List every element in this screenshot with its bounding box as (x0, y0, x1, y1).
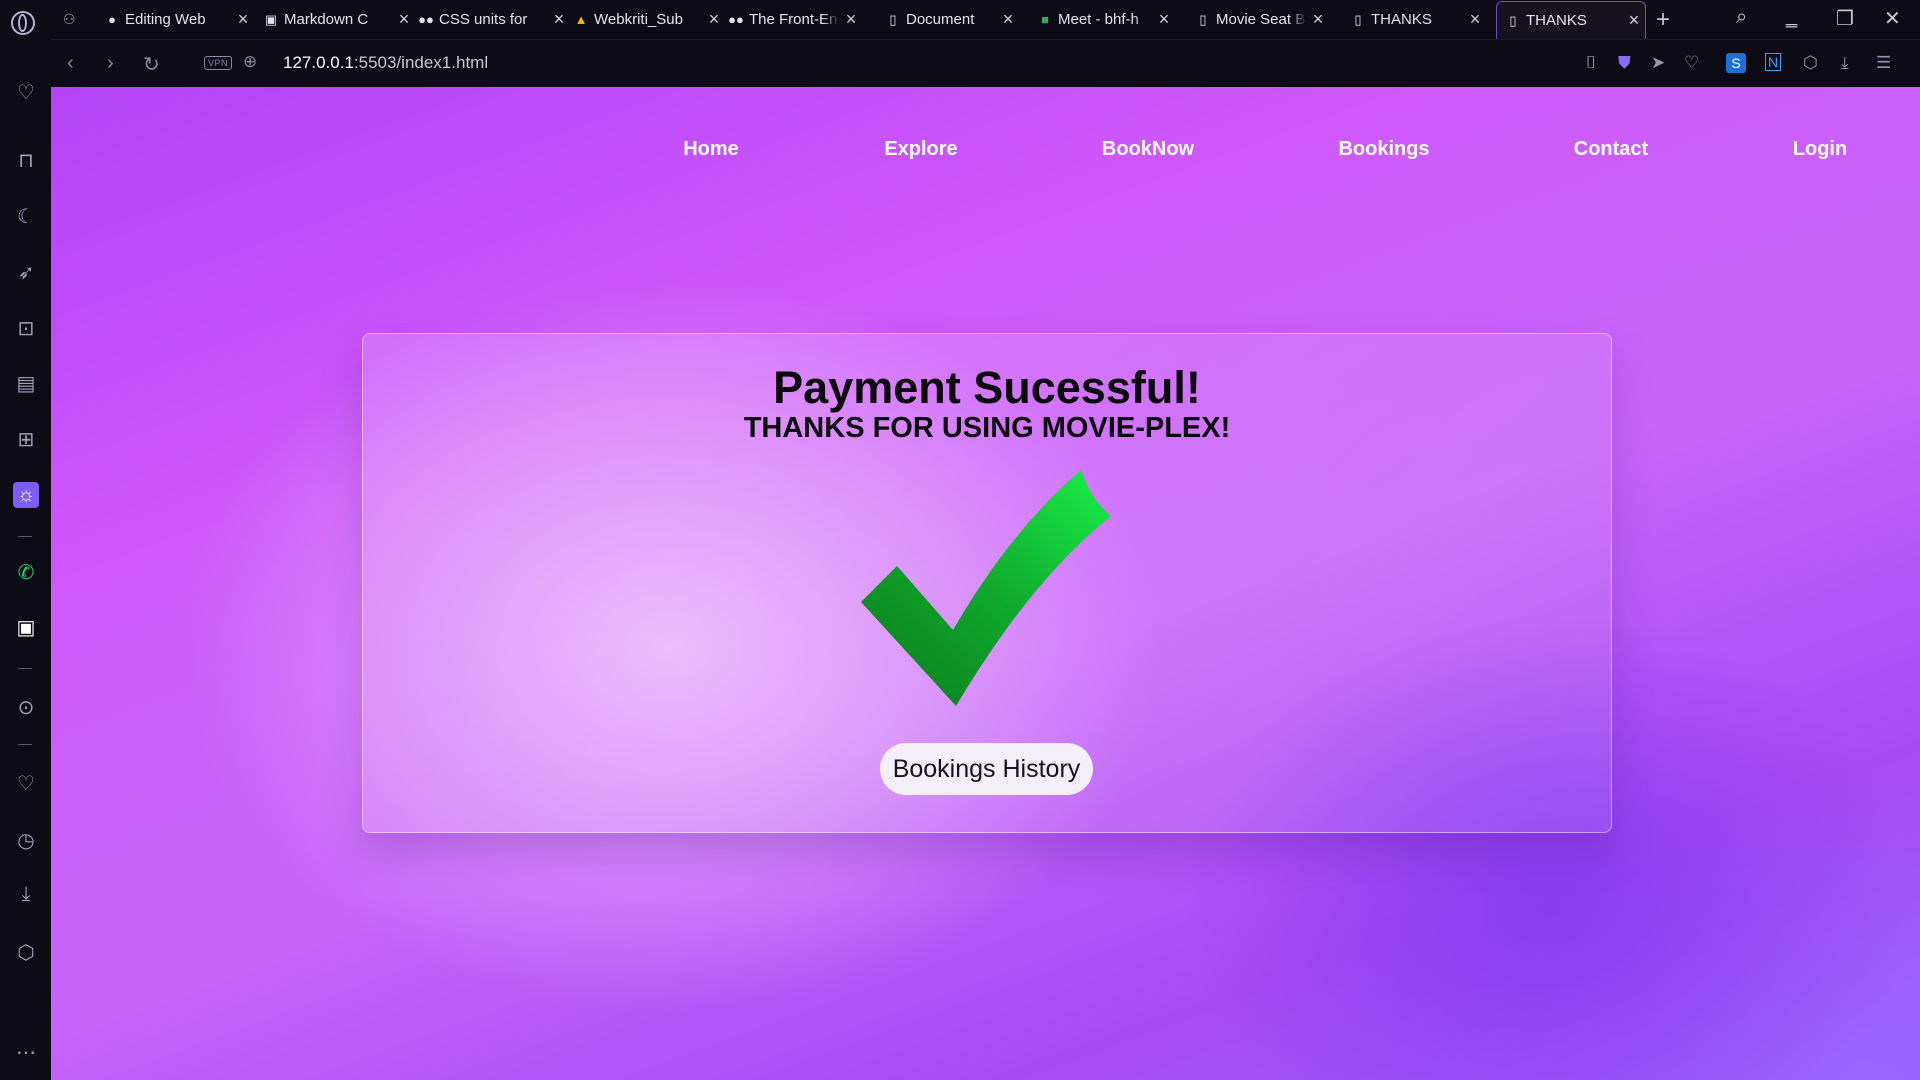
nav-home[interactable]: Home (683, 138, 739, 161)
vpn-badge[interactable]: VPN (204, 56, 233, 70)
history-icon[interactable]: ◷ (13, 827, 39, 853)
easy-setup-icon[interactable]: ☰ (1876, 53, 1891, 73)
globe-icon[interactable]: ⊕ (243, 52, 257, 72)
document-icon: ▯ (1354, 11, 1362, 27)
reload-icon[interactable]: ↻ (143, 52, 160, 77)
url-path: :5503/index1.html (353, 53, 489, 72)
heart-icon[interactable]: ♡ (13, 79, 39, 105)
rocket-icon[interactable]: ➶ (13, 259, 39, 285)
tab-active[interactable]: ▯ THANKS × (1496, 1, 1646, 39)
site-nav: Home Explore BookNow Bookings Contact Lo… (51, 87, 1920, 211)
cube-icon[interactable]: ⬡ (1803, 53, 1818, 73)
sidebar-divider (18, 536, 32, 537)
close-icon[interactable]: × (1153, 9, 1175, 30)
sidebar-divider (18, 668, 32, 669)
tab-title: Movie Seat B (1216, 11, 1306, 28)
tab[interactable]: ▲ Webkriti_Sub × (573, 0, 725, 39)
opera-logo-icon[interactable] (11, 11, 35, 35)
nav-login[interactable]: Login (1793, 138, 1847, 161)
tab[interactable]: ▯ THANKS × (1350, 0, 1486, 39)
page-subtitle: THANKS FOR USING MOVIE-PLEX! (743, 412, 1231, 444)
download-icon[interactable]: ⤓ (1841, 53, 1849, 73)
close-icon[interactable]: × (393, 9, 415, 30)
whatsapp-icon[interactable]: ✆ (13, 559, 39, 585)
gamepad-icon[interactable]: ⊡ (13, 315, 39, 341)
url-host: 127.0.0.1 (283, 53, 354, 72)
moon-icon[interactable]: ☾ (13, 203, 39, 229)
document-icon: ▯ (889, 11, 897, 27)
tab[interactable]: ▯ Document × (885, 0, 1019, 39)
restore-icon[interactable]: ❐ (1836, 6, 1854, 31)
book-icon[interactable]: ⊓ (13, 147, 39, 173)
close-icon[interactable]: × (703, 9, 725, 30)
tab[interactable]: ▯ Movie Seat B × (1195, 0, 1329, 39)
notes-icon[interactable]: ▤ (13, 370, 39, 396)
page-title: Payment Sucessful! (773, 362, 1201, 413)
close-icon[interactable]: × (1307, 9, 1329, 30)
tab-title: Editing Web (125, 11, 206, 28)
search-tabs-icon[interactable]: ⌕ (1736, 6, 1747, 29)
tab-title: Document (906, 11, 975, 28)
close-icon[interactable]: × (840, 9, 862, 30)
close-icon[interactable]: × (997, 9, 1019, 30)
drive-icon: ▲ (574, 12, 588, 27)
github-icon: ● (108, 12, 116, 27)
nav-contact[interactable]: Contact (1574, 138, 1648, 161)
payment-success-card: Payment Sucessful! THANKS FOR USING MOVI… (362, 333, 1612, 833)
close-icon[interactable]: × (232, 9, 254, 30)
tab-title: Meet - bhf-h (1058, 11, 1139, 28)
document-icon: ▯ (1509, 12, 1517, 28)
favorites-icon[interactable]: ♡ (13, 770, 39, 796)
close-icon[interactable]: × (548, 9, 570, 30)
tab[interactable]: ●● CSS units for × (418, 0, 570, 39)
new-tab-button[interactable]: + (1656, 6, 1670, 34)
back-icon[interactable]: ‹ (67, 52, 74, 75)
document-icon: ▯ (1199, 11, 1207, 27)
minimize-icon[interactable]: ‗ (1786, 6, 1797, 29)
discord-icon[interactable]: ▣ (13, 614, 39, 640)
meet-icon: ■ (1041, 12, 1049, 27)
medium-icon: ●● (728, 12, 744, 27)
sun-icon[interactable]: ☼ (13, 482, 39, 508)
extension-s-icon[interactable]: S (1726, 53, 1746, 73)
checkmark-icon (861, 470, 1111, 706)
tab-title: THANKS (1371, 11, 1432, 28)
camera-icon[interactable]: ⌷ (1586, 53, 1596, 73)
sidebar-divider (18, 744, 32, 745)
nav-bookings[interactable]: Bookings (1338, 138, 1429, 161)
tab-title: Markdown C (284, 11, 369, 28)
window-close-icon[interactable]: ✕ (1884, 6, 1901, 31)
tab-title: Webkriti_Sub (594, 11, 683, 28)
nav-explore[interactable]: Explore (884, 138, 957, 161)
tab[interactable]: ● Editing Web × (104, 0, 254, 39)
sidebar: ♡ ⊓ ☾ ➶ ⊡ ▤ ⊞ ☼ ✆ ▣ ⊙ ♡ ◷ ⤓ ⬡ ⋯ (0, 39, 51, 1080)
tab-bar: ⚇ ● Editing Web × ▣ Markdown C × ●● CSS … (0, 0, 1920, 39)
send-icon[interactable]: ➤ (1651, 53, 1665, 73)
downloads-icon[interactable]: ⤓ (13, 881, 39, 907)
url-field[interactable]: 127.0.0.1:5503/index1.html (283, 53, 488, 73)
extension-n-icon[interactable]: N (1765, 53, 1782, 71)
shield-icon[interactable]: ⛊ (1618, 53, 1631, 73)
tab-title: The Front-En (749, 11, 838, 28)
address-bar: ‹ › ↻ VPN ⊕ 127.0.0.1:5503/index1.html ⌷… (51, 39, 1920, 88)
page-viewport: Home Explore BookNow Bookings Contact Lo… (51, 87, 1920, 1080)
more-icon[interactable]: ⋯ (13, 1039, 39, 1065)
nav-booknow[interactable]: BookNow (1102, 138, 1194, 161)
tab[interactable]: ●● The Front-En × (728, 0, 862, 39)
gx-controller-icon[interactable]: ⚇ (63, 12, 83, 26)
tab[interactable]: ▣ Markdown C × (263, 0, 415, 39)
markdown-icon: ▣ (264, 11, 278, 27)
bookings-history-button[interactable]: Bookings History (880, 743, 1093, 795)
tab-title: CSS units for (439, 11, 528, 28)
forward-icon[interactable]: › (107, 52, 114, 75)
gift-icon[interactable]: ⊞ (13, 426, 39, 452)
heart-icon[interactable]: ♡ (1684, 53, 1699, 73)
extensions-icon[interactable]: ⬡ (13, 939, 39, 965)
medium-icon: ●● (418, 12, 434, 27)
tab-title: THANKS (1526, 12, 1587, 29)
player-icon[interactable]: ⊙ (13, 694, 39, 720)
close-icon[interactable]: × (1623, 10, 1645, 31)
tab[interactable]: ■ Meet - bhf-h × (1037, 0, 1175, 39)
close-icon[interactable]: × (1464, 9, 1486, 30)
